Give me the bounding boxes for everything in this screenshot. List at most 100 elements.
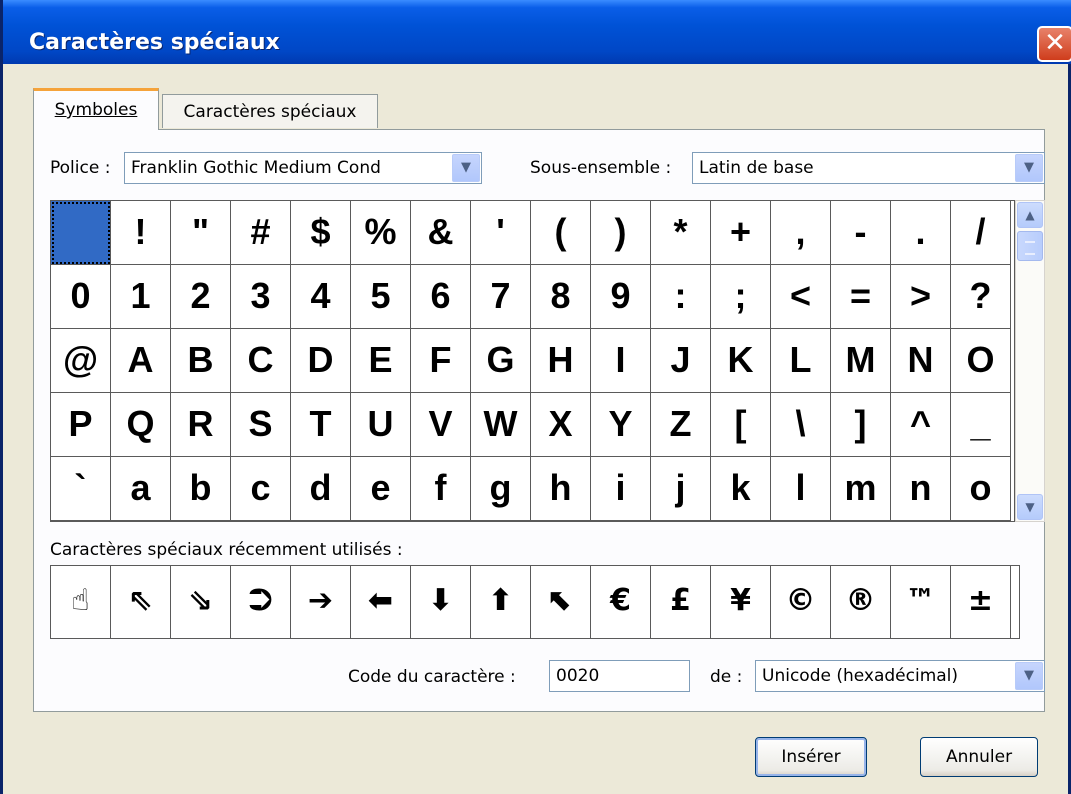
symbol-cell[interactable]: 8: [531, 265, 591, 329]
recent-symbol-cell[interactable]: ⬆: [471, 566, 531, 638]
symbol-cell[interactable]: A: [111, 329, 171, 393]
cancel-button[interactable]: Annuler: [920, 737, 1038, 777]
subset-select[interactable]: Latin de base ▼: [692, 152, 1045, 184]
recent-symbol-cell[interactable]: ⮊: [231, 566, 291, 638]
symbol-cell[interactable]: (: [531, 201, 591, 265]
symbol-cell[interactable]: i: [591, 457, 651, 521]
symbol-cell[interactable]: <: [771, 265, 831, 329]
symbol-cell[interactable]: l: [771, 457, 831, 521]
symbol-cell[interactable]: .: [891, 201, 951, 265]
symbol-cell[interactable]: M: [831, 329, 891, 393]
symbol-grid-scrollbar[interactable]: ▲ ▼: [1015, 200, 1045, 522]
symbol-cell[interactable]: d: [291, 457, 351, 521]
symbol-cell[interactable]: 0: [51, 265, 111, 329]
symbol-cell[interactable]: 1: [111, 265, 171, 329]
symbol-cell[interactable]: :: [651, 265, 711, 329]
symbol-cell[interactable]: Q: [111, 393, 171, 457]
font-select[interactable]: Franklin Gothic Medium Cond ▼: [124, 152, 482, 184]
symbol-cell[interactable]: =: [831, 265, 891, 329]
recent-symbol-cell[interactable]: ©: [771, 566, 831, 638]
symbol-cell[interactable]: [: [711, 393, 771, 457]
symbol-cell[interactable]: U: [351, 393, 411, 457]
symbol-cell[interactable]: C: [231, 329, 291, 393]
recent-symbol-cell[interactable]: ⬅: [351, 566, 411, 638]
recent-symbol-cell[interactable]: ⇘: [171, 566, 231, 638]
symbol-cell[interactable]: P: [51, 393, 111, 457]
symbol-cell[interactable]: +: [711, 201, 771, 265]
symbol-cell[interactable]: ]: [831, 393, 891, 457]
symbol-cell[interactable]: G: [471, 329, 531, 393]
chevron-down-icon[interactable]: ▼: [1015, 662, 1043, 690]
symbol-cell[interactable]: _: [951, 393, 1011, 457]
chevron-down-icon[interactable]: ▼: [452, 154, 480, 182]
symbol-cell[interactable]: ,: [771, 201, 831, 265]
symbol-cell[interactable]: L: [771, 329, 831, 393]
recent-symbol-cell[interactable]: ™: [891, 566, 951, 638]
symbol-cell[interactable]: I: [591, 329, 651, 393]
chevron-down-icon[interactable]: ▼: [1017, 494, 1043, 520]
chevron-up-icon[interactable]: ▲: [1017, 202, 1043, 228]
symbol-cell[interactable]: V: [411, 393, 471, 457]
symbol-cell[interactable]: m: [831, 457, 891, 521]
symbol-cell[interactable]: H: [531, 329, 591, 393]
symbol-cell[interactable]: X: [531, 393, 591, 457]
close-button[interactable]: ✕: [1037, 26, 1071, 62]
recent-symbol-cell[interactable]: €: [591, 566, 651, 638]
symbol-cell[interactable]: >: [891, 265, 951, 329]
symbol-cell[interactable]: ;: [711, 265, 771, 329]
symbol-cell[interactable]: E: [351, 329, 411, 393]
symbol-cell[interactable]: *: [651, 201, 711, 265]
recent-symbol-cell[interactable]: ⬉: [531, 566, 591, 638]
from-select[interactable]: Unicode (hexadécimal) ▼: [755, 660, 1045, 692]
symbol-cell[interactable]: n: [891, 457, 951, 521]
symbol-cell[interactable]: e: [351, 457, 411, 521]
symbol-cell[interactable]: ': [471, 201, 531, 265]
recent-symbol-cell[interactable]: ⬇: [411, 566, 471, 638]
symbol-cell[interactable]: S: [231, 393, 291, 457]
symbol-cell[interactable]: &: [411, 201, 471, 265]
tab-special-characters[interactable]: Caractères spéciaux: [162, 94, 378, 128]
symbol-cell[interactable]: f: [411, 457, 471, 521]
symbol-cell[interactable]: 4: [291, 265, 351, 329]
symbol-cell[interactable]: D: [291, 329, 351, 393]
symbol-cell[interactable]: #: [231, 201, 291, 265]
symbol-cell[interactable]: 7: [471, 265, 531, 329]
symbol-cell[interactable]: j: [651, 457, 711, 521]
symbol-cell[interactable]: $: [291, 201, 351, 265]
symbol-cell[interactable]: 6: [411, 265, 471, 329]
symbol-cell[interactable]: [51, 201, 111, 265]
recent-symbol-cell[interactable]: £: [651, 566, 711, 638]
symbol-cell[interactable]: Y: [591, 393, 651, 457]
chevron-down-icon[interactable]: ▼: [1015, 154, 1043, 182]
symbol-cell[interactable]: 9: [591, 265, 651, 329]
symbol-cell[interactable]: 2: [171, 265, 231, 329]
recent-symbol-cell[interactable]: ➔: [291, 566, 351, 638]
symbol-cell[interactable]: ?: [951, 265, 1011, 329]
symbol-cell[interactable]: B: [171, 329, 231, 393]
symbol-cell[interactable]: ): [591, 201, 651, 265]
char-code-field[interactable]: 0020: [549, 660, 690, 692]
symbol-cell[interactable]: \: [771, 393, 831, 457]
symbol-cell[interactable]: 3: [231, 265, 291, 329]
symbol-cell[interactable]: o: [951, 457, 1011, 521]
symbol-cell[interactable]: T: [291, 393, 351, 457]
insert-button[interactable]: Insérer: [755, 737, 867, 777]
symbol-cell[interactable]: R: [171, 393, 231, 457]
recent-symbol-cell[interactable]: ®: [831, 566, 891, 638]
symbol-cell[interactable]: @: [51, 329, 111, 393]
recent-symbol-cell[interactable]: ±: [951, 566, 1011, 638]
symbol-cell[interactable]: N: [891, 329, 951, 393]
symbol-cell[interactable]: W: [471, 393, 531, 457]
symbol-cell[interactable]: 5: [351, 265, 411, 329]
symbol-cell[interactable]: ": [171, 201, 231, 265]
recent-symbol-cell[interactable]: ☝: [51, 566, 111, 638]
title-bar[interactable]: Caractères spéciaux ✕: [3, 0, 1071, 64]
symbol-cell[interactable]: !: [111, 201, 171, 265]
symbol-cell[interactable]: -: [831, 201, 891, 265]
symbol-cell[interactable]: c: [231, 457, 291, 521]
symbol-cell[interactable]: k: [711, 457, 771, 521]
symbol-cell[interactable]: F: [411, 329, 471, 393]
symbol-cell[interactable]: K: [711, 329, 771, 393]
recent-symbol-cell[interactable]: ¥: [711, 566, 771, 638]
symbol-cell[interactable]: b: [171, 457, 231, 521]
